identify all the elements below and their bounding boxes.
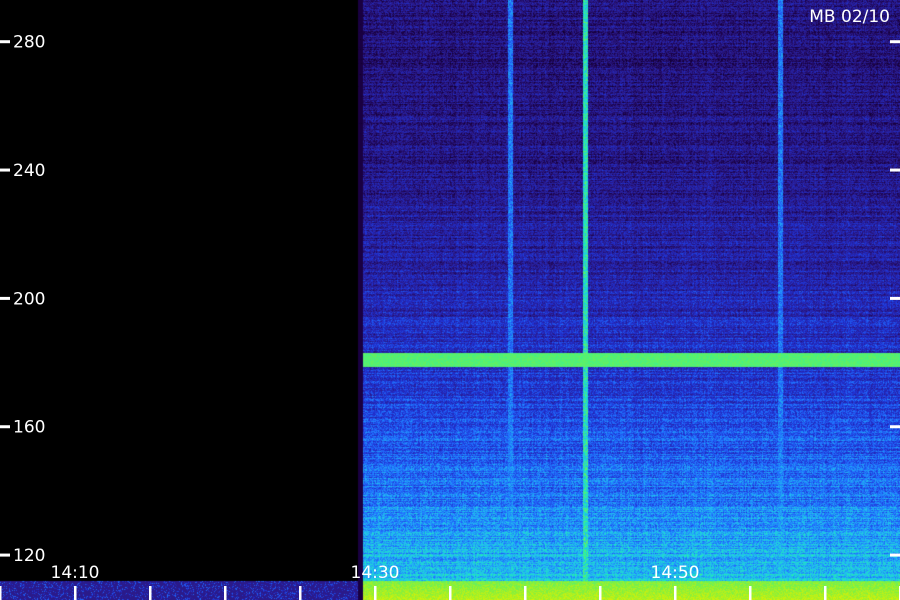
y-axis: 280 240 200 160 120 [0,33,900,566]
x-tick-mark [449,586,452,600]
x-tick-label: 14:50 [651,563,700,583]
y-tick-mark-right [890,296,900,300]
x-tick-mark [674,586,677,600]
x-tick-label: 14:10 [51,563,100,583]
x-axis: 14:10 14:30 14:50 [0,563,900,600]
y-tick-mark-left [0,296,10,300]
x-tick-label: 14:30 [351,563,400,583]
chart-title: MB 02/10 [809,7,890,27]
y-tick-label: 240 [13,161,45,181]
y-tick-label: 200 [13,289,45,309]
x-tick-mark [524,586,527,600]
y-tick-mark-left [0,168,10,172]
y-tick-mark-right [890,168,900,172]
y-tick-label: 280 [13,33,45,53]
x-tick-mark [824,586,827,600]
y-tick-mark-left [0,425,10,429]
spectrogram-display: MB 02/10 280 240 200 160 120 14:10 14:30 14:50 [0,0,900,600]
x-tick-mark [749,586,752,600]
x-tick-mark [374,586,377,600]
x-tick-mark [599,586,602,600]
y-tick-mark-right [890,40,900,44]
y-tick-mark-left [0,40,10,44]
x-tick-mark [299,586,302,600]
y-tick-mark-left [0,553,10,557]
x-tick-mark [224,586,227,600]
y-tick-label: 120 [13,546,45,566]
y-tick-mark-right [890,425,900,429]
x-tick-mark [0,586,2,600]
y-tick-label: 160 [13,418,45,438]
y-tick-mark-right [890,553,900,557]
spectrogram-overlay: MB 02/10 280 240 200 160 120 14:10 14:30 14:50 [0,7,900,600]
x-tick-mark [74,586,77,600]
x-tick-mark [149,586,152,600]
